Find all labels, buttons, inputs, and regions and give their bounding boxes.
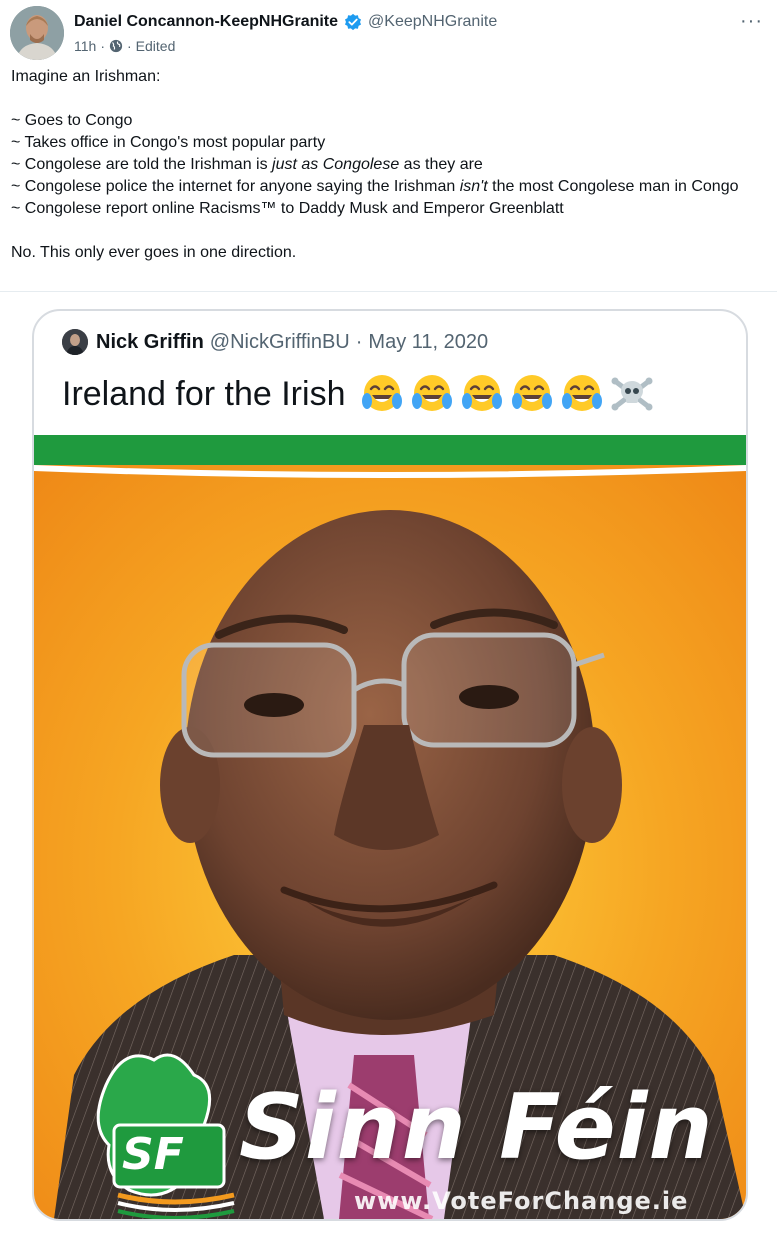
post-line: No. This only ever goes in one direction… [11,244,297,261]
emphasis-text: just as Congolese [272,156,400,173]
quoted-dot: · [355,330,363,353]
text-run: ~ Congolese police the internet for anyo… [11,178,460,195]
post-line: ~ Congolese police the internet for anyo… [11,176,757,198]
laughing-crying-emoji-icon [462,375,503,411]
quoted-avatar [62,329,88,355]
author-name[interactable]: Daniel Concannon-KeepNHGranite [74,13,338,31]
laughing-crying-emoji-icon [412,375,453,411]
laughing-crying-emoji-icon [512,375,553,411]
post-line: ~ Takes office in Congo's most popular p… [11,134,326,151]
text-run: the most Congolese man in Congo [487,178,739,195]
post-line: Imagine an Irishman: [11,68,161,85]
meta-separator: · [127,38,132,54]
verified-badge-icon [345,13,362,31]
text-run: ~ Congolese are told the Irishman is [11,156,273,173]
poster-brand-text: Sinn Féin [239,1075,714,1180]
sf-logo: SF [122,1129,184,1180]
skull-crossbones-icon [611,377,653,411]
globe-icon [109,39,123,53]
text-run: as they are [399,156,483,173]
quoted-tweet-header: Nick Griffin @NickGriffinBU · May 11, 20… [62,327,488,357]
post: Daniel Concannon-KeepNHGranite @KeepNHGr… [0,0,777,1235]
quoted-handle: @NickGriffinBU [209,330,350,353]
post-media-image[interactable]: Nick Griffin @NickGriffinBU · May 11, 20… [32,309,748,1221]
laughing-crying-emoji-icon [562,375,603,411]
emoji-row [359,371,655,417]
quoted-name: Nick Griffin [96,330,204,353]
divider [0,291,777,292]
emphasis-text: isn't [459,178,488,195]
post-time[interactable]: 11h [74,38,96,54]
post-text: Imagine an Irishman: ~ Goes to Congo ~ T… [11,66,757,264]
post-meta: 11h · · Edited [74,36,767,56]
quoted-date: May 11, 2020 [368,330,489,353]
post-header: Daniel Concannon-KeepNHGranite @KeepNHGr… [74,10,767,60]
post-line: ~ Goes to Congo [11,112,133,129]
laughing-crying-emoji-icon [362,375,403,411]
poster-image: SF Sinn Féin www.VoteForChange.ie [34,435,746,1219]
post-line: ~ Congolese report online Racisms™ to Da… [11,200,564,217]
quoted-text-row: Ireland for the Irish [62,371,655,417]
post-line: ~ Congolese are told the Irishman is jus… [11,154,757,176]
poster-url-text: www.VoteForChange.ie [354,1187,689,1215]
author-avatar[interactable] [10,6,64,60]
edited-label[interactable]: Edited [136,38,176,54]
meta-separator: · [100,38,105,54]
more-options-icon[interactable]: ··· [740,10,763,33]
author-handle[interactable]: @KeepNHGranite [368,13,497,31]
name-row: Daniel Concannon-KeepNHGranite @KeepNHGr… [74,10,767,34]
quoted-text: Ireland for the Irish [62,374,346,413]
